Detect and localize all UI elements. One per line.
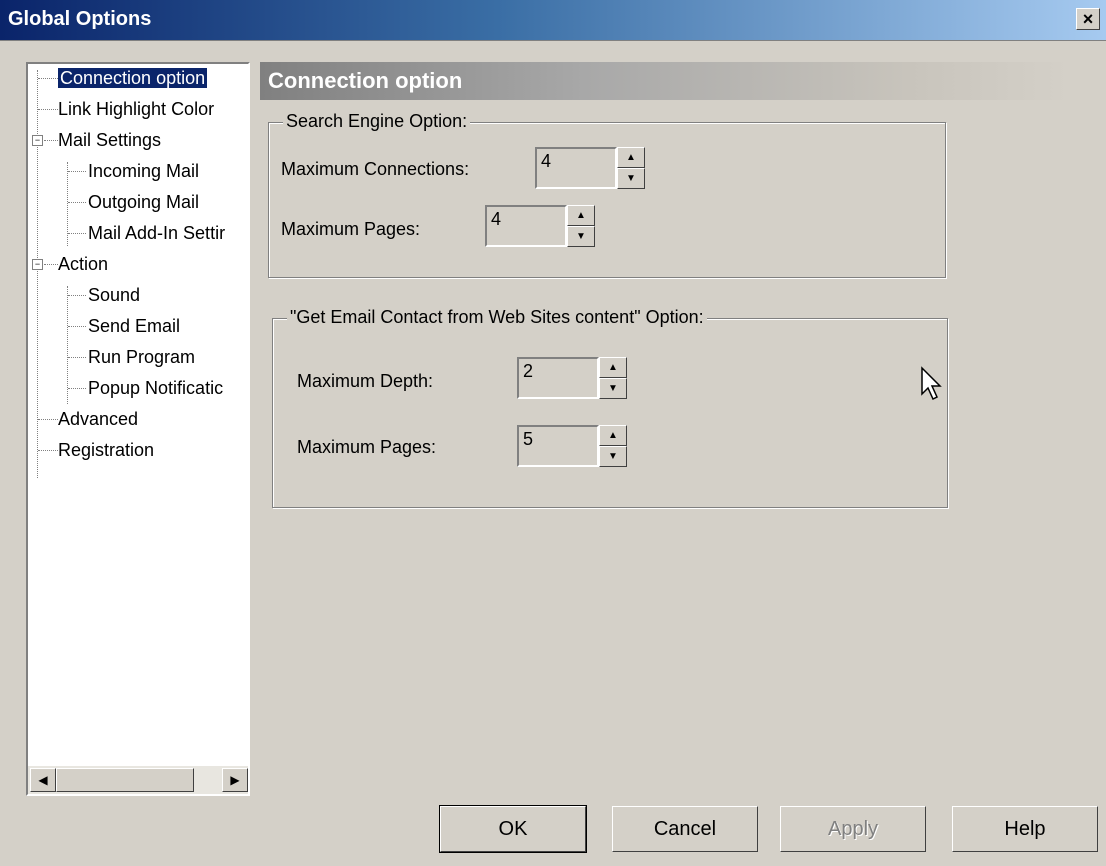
collapse-icon[interactable]: − bbox=[32, 135, 43, 146]
max-pages-spinner[interactable]: ▲ ▼ bbox=[567, 205, 595, 247]
max-connections-input[interactable]: 4 bbox=[535, 147, 617, 189]
search-engine-group: Search Engine Option: Maximum Connection… bbox=[268, 111, 946, 278]
arrow-up-icon: ▲ bbox=[626, 152, 636, 163]
arrow-left-icon: ◀ bbox=[38, 773, 48, 787]
tree-item-send-email[interactable]: Send Email bbox=[88, 312, 180, 340]
tree-item-action[interactable]: Action bbox=[58, 250, 108, 278]
spin-down-button[interactable]: ▼ bbox=[599, 378, 627, 399]
spin-up-button[interactable]: ▲ bbox=[617, 147, 645, 168]
arrow-up-icon: ▲ bbox=[608, 362, 618, 373]
collapse-icon[interactable]: − bbox=[32, 259, 43, 270]
max-connections-spinner[interactable]: ▲ ▼ bbox=[617, 147, 645, 189]
arrow-right-icon: ▶ bbox=[230, 773, 240, 787]
tree-item-run-program[interactable]: Run Program bbox=[88, 343, 195, 371]
spin-down-button[interactable]: ▼ bbox=[567, 226, 595, 247]
apply-button[interactable]: Apply bbox=[780, 806, 926, 852]
scroll-left-button[interactable]: ◀ bbox=[30, 768, 56, 792]
max-connections-label: Maximum Connections: bbox=[281, 159, 470, 179]
email-contact-group: "Get Email Contact from Web Sites conten… bbox=[272, 307, 948, 508]
scroll-right-button[interactable]: ▶ bbox=[222, 768, 248, 792]
arrow-down-icon: ▼ bbox=[626, 173, 636, 184]
max-depth-spinner[interactable]: ▲ ▼ bbox=[599, 357, 627, 399]
max-pages-input[interactable]: 4 bbox=[485, 205, 567, 247]
max-pages-label: Maximum Pages: bbox=[297, 437, 437, 457]
spin-up-button[interactable]: ▲ bbox=[599, 357, 627, 378]
spin-up-button[interactable]: ▲ bbox=[599, 425, 627, 446]
options-tree[interactable]: − − Connection option Link Highlight Col… bbox=[26, 62, 250, 796]
arrow-up-icon: ▲ bbox=[608, 430, 618, 441]
email-max-pages-spinner[interactable]: ▲ ▼ bbox=[599, 425, 627, 467]
tree-item-outgoing-mail[interactable]: Outgoing Mail bbox=[88, 188, 199, 216]
tree-item-mail-add-in-settings[interactable]: Mail Add-In Settir bbox=[88, 219, 225, 247]
arrow-down-icon: ▼ bbox=[608, 451, 618, 462]
max-depth-label: Maximum Depth: bbox=[297, 371, 434, 391]
tree-item-incoming-mail[interactable]: Incoming Mail bbox=[88, 157, 199, 185]
tree-item-mail-settings[interactable]: Mail Settings bbox=[58, 126, 161, 154]
tree-item-registration[interactable]: Registration bbox=[58, 436, 154, 464]
spin-up-button[interactable]: ▲ bbox=[567, 205, 595, 226]
max-pages-label: Maximum Pages: bbox=[281, 219, 421, 239]
close-button[interactable]: × bbox=[1076, 8, 1100, 30]
spin-down-button[interactable]: ▼ bbox=[599, 446, 627, 467]
title-bar: Global Options × bbox=[0, 0, 1106, 41]
help-button[interactable]: Help bbox=[952, 806, 1098, 852]
scroll-thumb[interactable] bbox=[56, 768, 194, 792]
ok-button[interactable]: OK bbox=[439, 805, 587, 853]
max-depth-input[interactable]: 2 bbox=[517, 357, 599, 399]
close-icon: × bbox=[1082, 9, 1094, 29]
tree-item-sound[interactable]: Sound bbox=[88, 281, 140, 309]
group-legend: "Get Email Contact from Web Sites conten… bbox=[287, 307, 707, 328]
mouse-cursor-icon bbox=[921, 366, 942, 401]
cancel-button[interactable]: Cancel bbox=[612, 806, 758, 852]
group-legend: Search Engine Option: bbox=[283, 111, 471, 132]
arrow-up-icon: ▲ bbox=[576, 210, 586, 221]
arrow-down-icon: ▼ bbox=[576, 231, 586, 242]
arrow-down-icon: ▼ bbox=[608, 383, 618, 394]
email-max-pages-input[interactable]: 5 bbox=[517, 425, 599, 467]
panel-title: Connection option bbox=[268, 68, 463, 93]
panel-header: Connection option bbox=[260, 62, 1070, 100]
tree-item-popup-notification[interactable]: Popup Notificatic bbox=[88, 374, 223, 402]
tree-item-connection-option[interactable]: Connection option bbox=[58, 64, 208, 92]
spin-down-button[interactable]: ▼ bbox=[617, 168, 645, 189]
window-title: Global Options bbox=[8, 8, 152, 30]
tree-item-advanced[interactable]: Advanced bbox=[58, 405, 138, 433]
tree-horizontal-scrollbar[interactable]: ◀ ▶ bbox=[28, 766, 248, 794]
tree-item-link-highlight-color[interactable]: Link Highlight Color bbox=[58, 95, 214, 123]
